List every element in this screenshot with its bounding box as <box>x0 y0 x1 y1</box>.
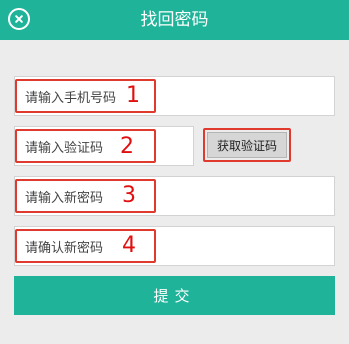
new-password-field[interactable]: 请输入新密码 <box>14 176 335 216</box>
page-title: 找回密码 <box>140 10 209 30</box>
annotation-number-2: 2 <box>120 134 134 159</box>
submit-button[interactable]: 提交 <box>14 276 335 315</box>
confirm-password-placeholder: 请确认新密码 <box>25 240 104 256</box>
annotation-number-3: 3 <box>122 183 136 208</box>
code-field[interactable]: 请输入验证码 <box>14 126 194 166</box>
header-bar: 找回密码 <box>0 0 349 40</box>
code-placeholder: 请输入验证码 <box>25 140 104 156</box>
confirm-password-field[interactable]: 请确认新密码 <box>14 226 335 266</box>
annotation-number-4: 4 <box>122 233 136 258</box>
new-password-placeholder: 请输入新密码 <box>25 190 104 206</box>
get-code-button[interactable]: 获取验证码 <box>207 132 287 158</box>
phone-placeholder: 请输入手机号码 <box>25 90 117 106</box>
phone-field[interactable]: 请输入手机号码 <box>14 76 335 116</box>
annotation-number-1: 1 <box>126 83 140 108</box>
